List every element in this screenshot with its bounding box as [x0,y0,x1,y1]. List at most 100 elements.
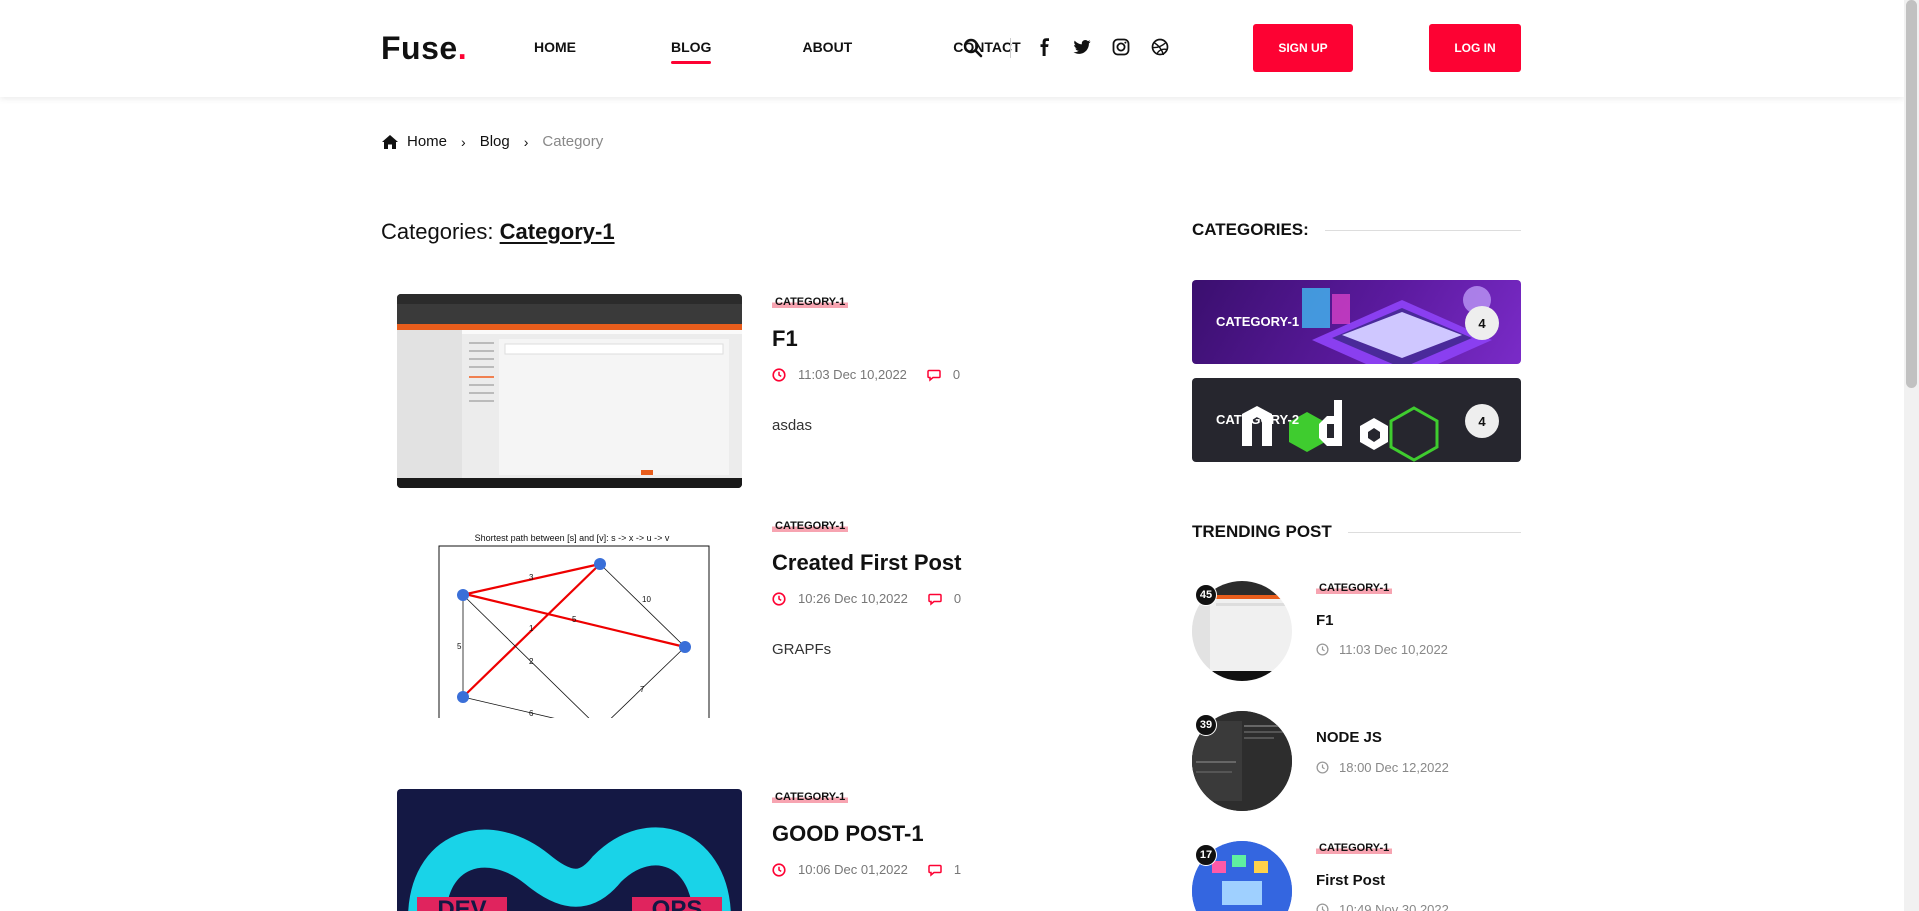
breadcrumb: Home › Blog › Category [381,133,603,150]
nav-blog[interactable]: BLOG [671,39,712,64]
comment-icon [928,864,942,877]
post-title[interactable]: Created First Post [772,550,962,576]
chevron-right-icon: › [523,133,529,150]
page-title-prefix: Categories: [381,219,494,244]
post-comments[interactable]: 0 [927,367,960,382]
devops-dev-text: DEV [437,896,486,911]
trending-time: 18:00 Dec 12,2022 [1316,760,1449,775]
post-time: 10:26 Dec 10,2022 [798,591,908,606]
instagram-icon[interactable] [1112,38,1130,56]
site-header: Fuse. HOME BLOG ABOUT CONTACT SIGN UP LO… [0,0,1904,97]
trending-time: 11:03 Dec 10,2022 [1316,642,1448,657]
view-count-badge: 39 [1195,714,1217,736]
post-category-tag[interactable]: CATEGORY-1 [772,791,849,803]
post-category-tag[interactable]: CATEGORY-1 [772,296,849,308]
scrollbar-thumb[interactable] [1906,0,1917,388]
post-thumbnail[interactable]: Shortest path between [s] and [v]: s -> … [397,524,742,718]
svg-text:2: 2 [529,657,534,666]
search-icon[interactable] [963,38,983,58]
svg-text:3: 3 [529,573,534,582]
heading-rule [1324,229,1521,231]
breadcrumb-blog[interactable]: Blog [480,133,510,150]
home-icon [382,134,398,149]
clock-icon [1316,903,1329,911]
comment-icon [928,593,942,606]
comment-count: 0 [953,591,962,606]
nav-home[interactable]: HOME [534,39,576,55]
category-count-badge: 4 [1465,404,1499,438]
trending-time-text: 18:00 Dec 12,2022 [1339,760,1449,775]
comment-count: 1 [953,862,962,877]
header-divider [1010,38,1011,58]
view-count-badge: 45 [1195,584,1217,606]
nav-about[interactable]: ABOUT [802,39,852,55]
trending-category-tag[interactable]: CATEGORY-1 [1316,582,1393,594]
svg-text:7: 7 [640,685,645,694]
post-meta: 11:03 Dec 10,2022 0 [772,367,960,382]
site-logo[interactable]: Fuse. [381,30,467,67]
svg-text:6: 6 [529,709,534,718]
category-card-label: CATEGORY-2 [1216,412,1300,427]
comment-count: 0 [952,367,961,382]
trending-title[interactable]: NODE JS [1316,729,1382,746]
page-title-category[interactable]: Category-1 [500,219,615,244]
post-meta: 10:06 Dec 01,2022 1 [772,862,961,877]
svg-text:5: 5 [572,615,577,624]
post-comments[interactable]: 1 [928,862,961,877]
chevron-right-icon: › [461,133,466,150]
trending-category-tag[interactable]: CATEGORY-1 [1316,842,1393,854]
dribbble-icon[interactable] [1151,38,1169,56]
post-time: 11:03 Dec 10,2022 [798,367,907,382]
comment-icon [927,369,941,382]
trending-heading-text: TRENDING POST [1192,522,1332,541]
signup-button[interactable]: SIGN UP [1253,24,1353,72]
post-thumbnail[interactable] [397,294,742,488]
category-count-badge: 4 [1465,306,1499,340]
categories-heading-text: CATEGORIES: [1192,220,1309,239]
graph-image: Shortest path between [s] and [v]: s -> … [438,533,710,718]
breadcrumb-home[interactable]: Home [407,133,447,150]
breadcrumb-current: Category [542,133,604,150]
trending-title[interactable]: F1 [1316,612,1334,629]
logo-dot: . [457,30,468,66]
trending-time-text: 10:49 Nov 30,2022 [1339,902,1449,911]
clock-icon [772,591,786,606]
page-scrollbar[interactable] [1904,0,1919,911]
page-title: Categories: Category-1 [381,219,615,245]
post-time: 10:06 Dec 01,2022 [798,862,908,877]
category-card-label: CATEGORY-1 [1216,314,1300,329]
trending-time-text: 11:03 Dec 10,2022 [1339,642,1448,657]
post-meta: 10:26 Dec 10,2022 0 [772,591,961,606]
post-comments[interactable]: 0 [928,591,961,606]
svg-text:5: 5 [457,642,462,651]
trending-title[interactable]: First Post [1316,872,1385,889]
heading-rule [1347,531,1521,533]
trending-time: 10:49 Nov 30,2022 [1316,902,1449,911]
view-count-badge: 17 [1195,844,1217,866]
category-card[interactable]: CATEGORY-2 4 [1192,378,1521,462]
clock-icon [772,367,786,382]
post-thumbnail[interactable]: DEV OPS [397,789,742,911]
post-category-tag[interactable]: CATEGORY-1 [772,520,849,532]
logo-text: Fuse [381,30,458,66]
post-excerpt: asdas [772,417,813,434]
facebook-icon[interactable] [1036,38,1054,56]
clock-icon [1316,643,1329,656]
post-excerpt: GRAPFs [772,641,832,658]
login-button[interactable]: LOG IN [1429,24,1521,72]
clock-icon [772,862,786,877]
main-nav: HOME BLOG ABOUT CONTACT [534,39,1021,64]
post-title[interactable]: F1 [772,326,798,352]
svg-text:10: 10 [642,595,651,604]
clock-icon [1316,761,1329,774]
category-card[interactable]: CATEGORY-1 4 [1192,280,1521,364]
devops-ops-text: OPS [652,896,703,911]
post-title[interactable]: GOOD POST-1 [772,821,924,847]
twitter-icon[interactable] [1073,38,1091,56]
trending-heading: TRENDING POST [1192,522,1521,542]
svg-text:1: 1 [529,624,534,633]
screenshot-image [397,294,742,488]
graph-caption: Shortest path between [s] and [v]: s -> … [475,533,670,543]
categories-heading: CATEGORIES: [1192,220,1521,240]
devops-image: DEV OPS [408,827,731,911]
